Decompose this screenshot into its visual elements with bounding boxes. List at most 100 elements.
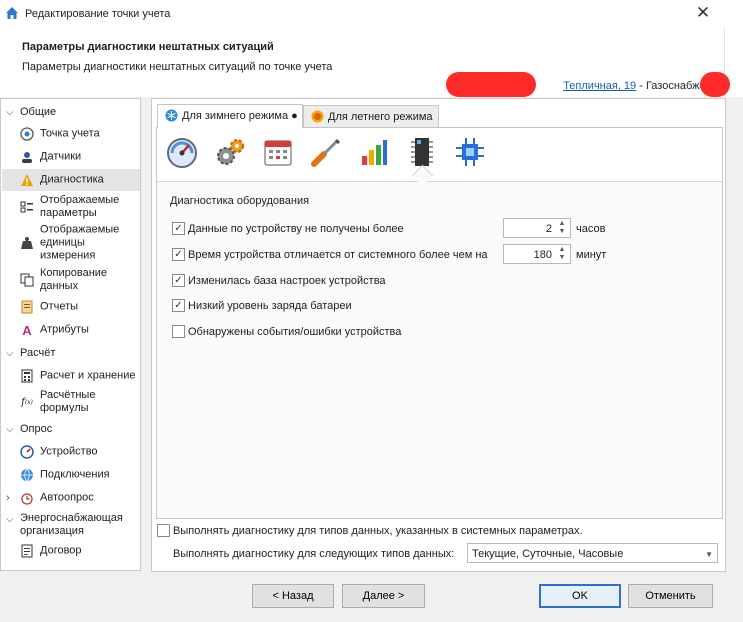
sun-icon [311,110,324,123]
sidebar-item-label: Отображаемые параметры [40,194,120,219]
stepper-arrows-icon[interactable]: ▲ ▼ [557,246,567,262]
letter-a-icon: A [22,322,32,338]
sidebar-item-label: Отчеты [40,300,79,313]
check-time-diff-label: Время устройства отличается от системног… [188,249,488,261]
report-icon [20,300,34,314]
user-icon [20,150,34,164]
sidebar-item-contract[interactable]: Договор [2,540,140,562]
chevron-down-icon[interactable]: ⌵ [6,424,14,435]
sidebar-item-point[interactable]: Точка учета [2,123,140,145]
check-events-label: Обнаружены события/ошибки устройства [188,326,402,338]
sidebar-item-reports[interactable]: Отчеты [2,296,140,318]
stepper-value: 2 [545,223,552,235]
device-gauge-icon [20,445,34,459]
sidebar-item-autopoll[interactable]: Автоопрос [2,487,140,509]
section-title: Диагностика оборудования [170,195,310,207]
gauge-icon[interactable] [164,134,200,170]
weight-icon [20,236,34,250]
sidebar: ⌵ Общие Точка учета Датчики Диагностика … [0,98,141,571]
copy-icon [20,273,34,287]
sidebar-item-calc-formulas[interactable]: f (x) Расчётные формулы [2,388,140,416]
no-data-hours-stepper[interactable]: 2 ▲ ▼ [503,218,571,238]
redaction-mark [446,72,536,97]
sidebar-item-label: Автоопрос [40,491,94,504]
address-link[interactable]: Тепличная, 19 [563,80,636,92]
main-panel: Для зимнего режима ● Для летнего режима [151,98,726,572]
next-button[interactable]: Далее > [342,584,425,608]
nav-group-poll: Опрос [20,423,53,435]
processor-icon[interactable] [452,134,488,170]
tab-summer-label: Для летнего режима [328,111,433,123]
back-button[interactable]: < Назад [252,584,334,608]
gears-icon[interactable] [212,134,248,170]
tab-summer[interactable]: Для летнего режима [303,105,439,127]
sidebar-item-connections[interactable]: Подключения [2,464,140,486]
nav-group-supplier: Энергоснабжающая организация [20,512,123,537]
check-settings-changed-checkbox[interactable]: ✓ [172,274,185,287]
stepper-value: 180 [533,249,552,261]
sidebar-item-label: Копирование данных [40,267,108,292]
check-battery-label: Низкий уровень заряда батареи [188,300,352,312]
tab-winter-label: Для зимнего режима ● [182,110,298,122]
home-icon [6,7,18,19]
target-icon [20,127,34,141]
sidebar-item-label: Диагностика [40,173,104,186]
stepper-arrows-icon[interactable]: ▲ ▼ [557,220,567,236]
sidebar-item-label: Расчётные формулы [40,389,96,414]
minutes-unit: минут [576,249,607,261]
contract-icon [20,544,34,558]
check-battery-checkbox[interactable]: ✓ [172,299,185,312]
page-title: Параметры диагностики нештатных ситуаций [22,41,274,53]
page-subtitle: Параметры диагностики нештатных ситуаций… [22,61,333,73]
warning-icon [20,173,34,187]
check-no-data-checkbox[interactable]: ✓ [172,222,185,235]
calculator-icon [20,369,34,383]
sidebar-item-label: Договор [40,544,82,557]
checklist-icon [20,200,34,214]
sidebar-item-label: Подключения [40,468,110,481]
check-time-diff-checkbox[interactable]: ✓ [172,248,185,261]
sidebar-item-display-units[interactable]: Отображаемые единицы измерения [2,223,140,263]
dropdown-arrow-icon[interactable]: ▼ [705,550,713,559]
data-types-value: Текущие, Суточные, Часовые [472,548,624,560]
chevron-down-icon[interactable]: ⌵ [6,514,14,525]
data-types-select[interactable]: Текущие, Суточные, Часовые ▼ [467,543,718,563]
page-header: Параметры диагностики нештатных ситуаций… [0,28,724,97]
sidebar-item-copy-data[interactable]: Копирование данных [2,266,140,294]
check-events-checkbox[interactable] [172,325,185,338]
close-icon[interactable]: ✕ [693,4,713,24]
ok-button[interactable]: OK [539,584,621,608]
calendar-icon[interactable] [260,134,296,170]
chevron-down-icon[interactable]: ⌵ [6,348,14,359]
tab-winter[interactable]: Для зимнего режима ● [157,104,303,128]
sidebar-item-label: Атрибуты [40,323,89,336]
sidebar-item-label: Отображаемые единицы измерения [40,223,120,262]
screwdriver-icon[interactable] [308,134,344,170]
redaction-mark [700,72,730,97]
title-bar: Редактирование точки учета ✕ [0,0,743,28]
sidebar-item-label: Расчет и хранение [40,369,136,382]
data-types-label: Выполнять диагностику для следующих типо… [173,548,455,560]
sys-diagnostics-checkbox[interactable] [157,524,170,537]
sidebar-item-label: Точка учета [40,127,100,140]
cancel-button[interactable]: Отменить [628,584,713,608]
sidebar-item-sensors[interactable]: Датчики [2,146,140,168]
sidebar-item-calc-storage[interactable]: Расчет и хранение [2,365,140,387]
toolbar [157,128,722,182]
function-icon: f (x) [21,396,33,408]
sidebar-item-diagnostics[interactable]: Диагностика [2,169,140,191]
hours-unit: часов [576,223,606,235]
tab-content: Диагностика оборудования ✓ Данные по уст… [156,127,723,519]
sidebar-item-display-params[interactable]: Отображаемые параметры [2,193,140,221]
bar-chart-icon[interactable] [356,134,392,170]
time-diff-minutes-stepper[interactable]: 180 ▲ ▼ [503,244,571,264]
nav-group-calc: Расчёт [20,347,56,359]
sidebar-item-attributes[interactable]: A Атрибуты [2,319,140,341]
sidebar-item-device[interactable]: Устройство [2,441,140,463]
sys-diagnostics-label: Выполнять диагностику для типов данных, … [173,525,583,537]
alarm-clock-icon [20,491,34,505]
chip-icon[interactable] [404,134,440,170]
nav-group-general: Общие [20,106,57,118]
chevron-down-icon[interactable]: ⌵ [6,107,14,118]
sidebar-item-label: Устройство [40,445,98,458]
